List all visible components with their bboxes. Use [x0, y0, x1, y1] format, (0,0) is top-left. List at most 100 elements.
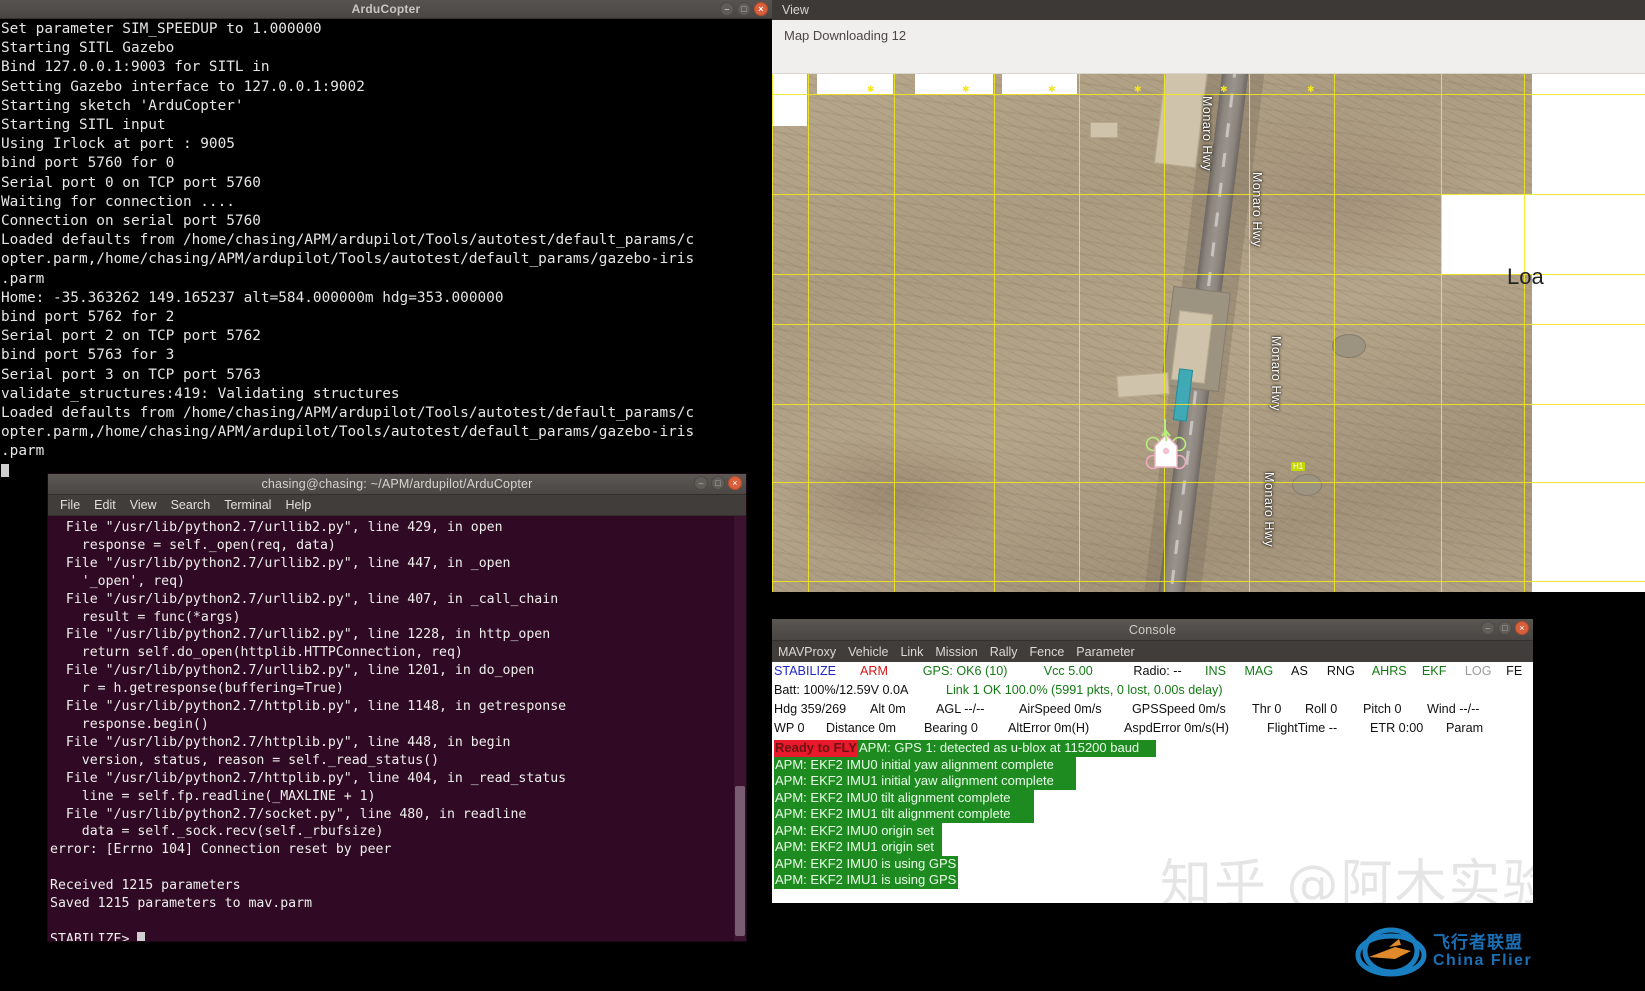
- console-message: APM: EKF2 IMU1 initial yaw alignment com…: [774, 773, 1533, 790]
- terminal-line: Received 1215 parameters: [50, 878, 241, 894]
- terminal-line: result = func(*args): [50, 609, 241, 625]
- terminal-line: File "/usr/lib/python2.7/httplib.py", li…: [50, 734, 511, 750]
- minimize-icon[interactable]: –: [694, 476, 708, 490]
- terminal-line: Starting SITL Gazebo: [1, 40, 175, 57]
- status-badge: Ready to FLY: [774, 740, 858, 757]
- tile-grid-line: [808, 74, 809, 592]
- status-field: Radio: --: [1133, 664, 1182, 678]
- status-field: Link 1 OK 100.0% (5991 pkts, 0 lost, 0.0…: [946, 683, 1223, 697]
- unloaded-tile: [1002, 74, 1077, 94]
- terrain-texture: [772, 74, 1532, 592]
- status-field: Bearing 0: [924, 721, 978, 735]
- sitl-terminal-titlebar[interactable]: ArduCopter – □ ×: [0, 0, 772, 19]
- message-text: APM: EKF2 IMU0 is using GPS: [774, 855, 958, 872]
- chinaflier-logo-icon: [1355, 927, 1427, 977]
- tile-grid-line: [772, 194, 1645, 195]
- maximize-icon[interactable]: □: [711, 476, 725, 490]
- unloaded-tile: [915, 74, 993, 94]
- console-menu-mavproxy[interactable]: MAVProxy: [778, 645, 836, 659]
- close-icon[interactable]: ×: [1515, 621, 1529, 635]
- maximize-icon[interactable]: □: [1498, 621, 1512, 635]
- console-menu-fence[interactable]: Fence: [1030, 645, 1065, 659]
- status-field: Distance 0m: [826, 721, 896, 735]
- mavproxy-console-window[interactable]: Console – □ × MAVProxy Vehicle Link Mission…: [772, 619, 1533, 903]
- tile-grid-line: [994, 74, 995, 592]
- waypoint-badge[interactable]: H1: [1291, 462, 1306, 471]
- console-menu-vehicle[interactable]: Vehicle: [848, 645, 888, 659]
- map-canvas[interactable]: ✱ ✱ ✱ ✱ ✱ ✱ Monaro Hwy Monaro Hwy Monaro…: [772, 74, 1645, 592]
- terminal-scrollbar[interactable]: [734, 516, 746, 941]
- terminal-line: .parm: [1, 270, 45, 287]
- console-status-grid: STABILIZE ARM GPS: OK6 (10) Vcc 5.00 Radio: …: [772, 662, 1533, 740]
- tile-grid-line: [1079, 74, 1080, 592]
- tile-grid-line: [1164, 74, 1165, 592]
- status-field: Alt 0m: [870, 702, 906, 716]
- console-menu-rally[interactable]: Rally: [990, 645, 1018, 659]
- terminal-line: File "/usr/lib/python2.7/urllib2.py", li…: [50, 591, 559, 607]
- terminal-line: Waiting for connection ....: [1, 193, 235, 210]
- menu-item-help[interactable]: Help: [285, 498, 311, 512]
- desktop-root: ArduCopter – □ × Set parameter SIM_SPEED…: [0, 0, 1645, 991]
- minimize-icon[interactable]: –: [720, 2, 734, 16]
- tile-marker-icon: ✱: [1307, 84, 1315, 94]
- menu-item-edit[interactable]: Edit: [94, 498, 116, 512]
- terminal-line: File "/usr/lib/python2.7/urllib2.py", li…: [50, 520, 503, 535]
- terminal-line: Using Irlock at port : 9005: [1, 136, 235, 153]
- tile-grid-line: [894, 74, 895, 592]
- console-menu-parameter[interactable]: Parameter: [1076, 645, 1134, 659]
- console-message: APM: EKF2 IMU1 is using GPS: [774, 872, 1533, 889]
- map-menu-view[interactable]: View: [782, 3, 809, 17]
- console-message: APM: EKF2 IMU0 is using GPS: [774, 855, 1533, 872]
- python-terminal-menubar[interactable]: File Edit View Search Terminal Help: [48, 495, 746, 516]
- status-field: WP 0: [774, 721, 805, 735]
- console-status-row: STABILIZE ARM GPS: OK6 (10) Vcc 5.00 Radio: …: [774, 664, 1533, 683]
- sitl-window-controls[interactable]: – □ ×: [720, 2, 768, 16]
- python-terminal-window[interactable]: chasing@chasing: ~/APM/ardupilot/ArduCop…: [48, 474, 746, 941]
- menu-item-terminal[interactable]: Terminal: [224, 498, 271, 512]
- terminal-line: STABILIZE>: [50, 931, 746, 941]
- close-icon[interactable]: ×: [754, 2, 768, 16]
- status-field: AspdError 0m/s(H): [1124, 721, 1229, 735]
- menu-item-file[interactable]: File: [60, 498, 80, 512]
- terminal-line: Home: -35.363262 149.165237 alt=584.0000…: [1, 289, 504, 306]
- status-field: AltError 0m(H): [1008, 721, 1090, 735]
- terminal-line: return self.do_open(httplib.HTTPConnecti…: [50, 645, 463, 661]
- terminal-line: validate_structures:419: Validating stru…: [1, 385, 400, 402]
- menu-item-search[interactable]: Search: [171, 498, 211, 512]
- python-window-controls[interactable]: – □ ×: [694, 476, 742, 490]
- terminal-scrollbar-thumb[interactable]: [735, 786, 745, 936]
- minimize-icon[interactable]: –: [1481, 621, 1495, 635]
- status-field: EKF: [1421, 664, 1447, 678]
- map-menubar[interactable]: View: [772, 0, 1645, 20]
- maximize-icon[interactable]: □: [737, 2, 751, 16]
- terminal-line: File "/usr/lib/python2.7/urllib2.py", li…: [50, 627, 551, 643]
- status-field: LOG: [1464, 664, 1492, 678]
- terminal-line: Serial port 3 on TCP port 5763: [1, 366, 261, 383]
- map-window[interactable]: View Map Downloading 12 ✱ ✱ ✱ ✱ ✱ ✱ Mona…: [772, 0, 1645, 592]
- unloaded-tile: [772, 74, 807, 126]
- console-menubar[interactable]: MAVProxy Vehicle Link Mission Rally Fence Para…: [772, 641, 1533, 662]
- tile-grid-line: [772, 482, 1645, 483]
- python-terminal-titlebar[interactable]: chasing@chasing: ~/APM/ardupilot/ArduCop…: [48, 474, 746, 495]
- tile-grid-line: [772, 74, 773, 592]
- sitl-terminal-window[interactable]: ArduCopter – □ × Set parameter SIM_SPEED…: [0, 0, 772, 478]
- menu-item-view[interactable]: View: [130, 498, 157, 512]
- tile-grid-line: [1334, 74, 1335, 592]
- console-menu-link[interactable]: Link: [900, 645, 923, 659]
- terminal-line: '_open', req): [50, 573, 185, 589]
- console-menu-mission[interactable]: Mission: [935, 645, 977, 659]
- terminal-line: opter.parm,/home/chasing/APM/ardupilot/T…: [1, 251, 695, 268]
- terminal-line: bind port 5762 for 2: [1, 309, 175, 326]
- terminal-line: Loaded defaults from /home/chasing/APM/a…: [1, 405, 695, 422]
- unloaded-tile: [817, 74, 893, 94]
- close-icon[interactable]: ×: [728, 476, 742, 490]
- sitl-terminal-output: Set parameter SIM_SPEEDUP to 1.000000 Sta…: [0, 19, 772, 478]
- terminal-line: File "/usr/lib/python2.7/httplib.py", li…: [50, 770, 567, 786]
- vehicle-marker-icon[interactable]: [1145, 429, 1187, 471]
- console-titlebar[interactable]: Console – □ ×: [772, 619, 1533, 641]
- terminal-line: response = self._open(req, data): [50, 537, 336, 553]
- terminal-line: response.begin(): [50, 716, 209, 732]
- terminal-line: File "/usr/lib/python2.7/httplib.py", li…: [50, 699, 567, 715]
- console-window-controls[interactable]: – □ ×: [1481, 621, 1529, 635]
